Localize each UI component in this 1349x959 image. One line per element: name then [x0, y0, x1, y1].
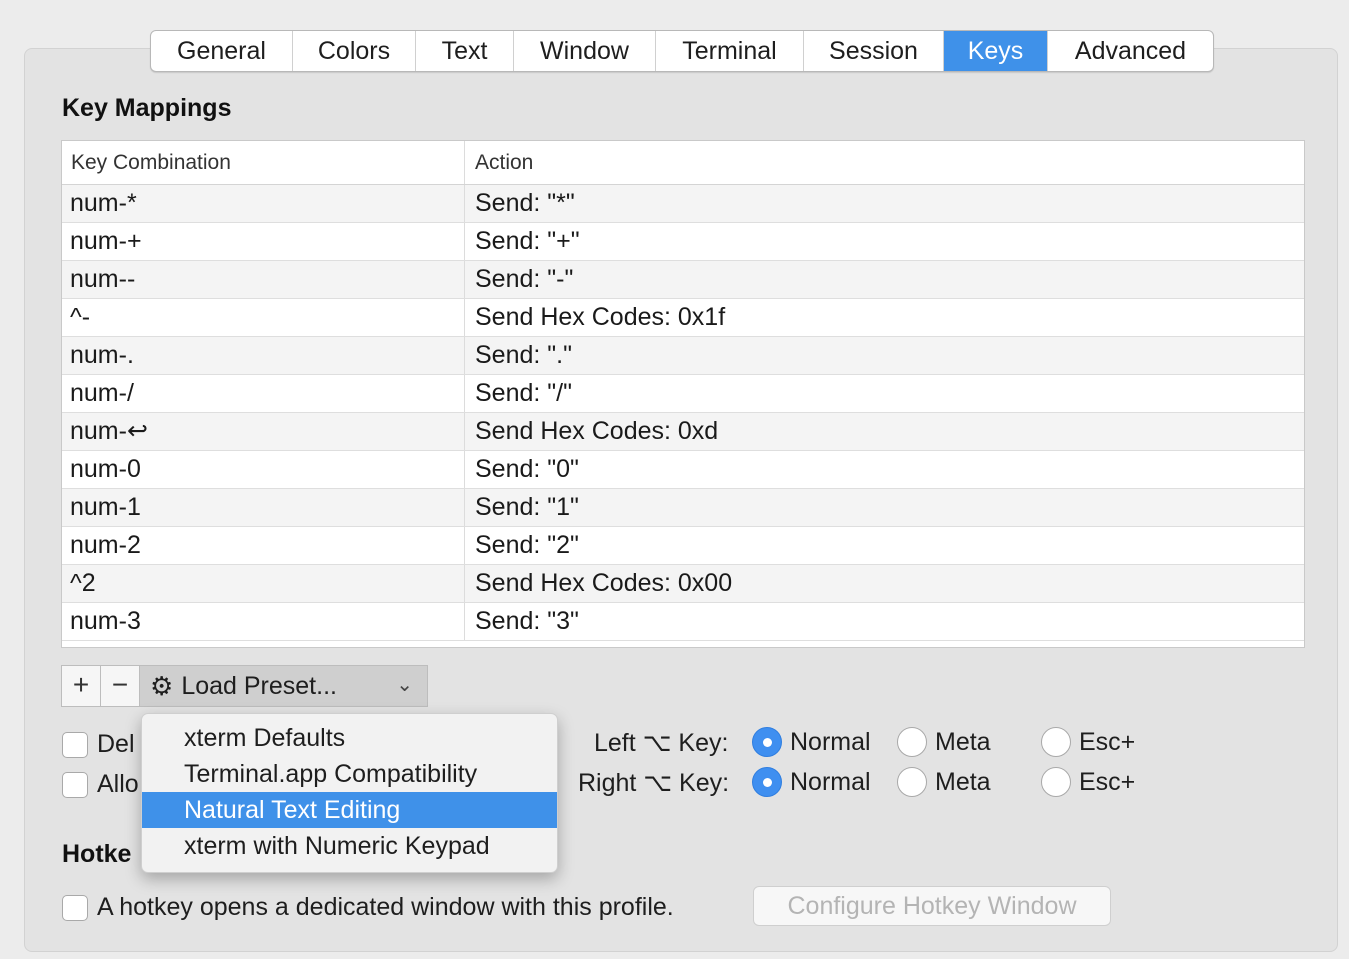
- menu-item-natural-text-editing[interactable]: Natural Text Editing: [142, 792, 557, 828]
- key-combination-cell: num-3: [62, 603, 465, 640]
- right-key-normal-radio[interactable]: [752, 767, 782, 797]
- hotkey-checkbox[interactable]: [62, 895, 88, 921]
- menu-item-xterm-defaults[interactable]: xterm Defaults: [142, 720, 557, 756]
- action-cell: Send: ".": [475, 341, 572, 369]
- hotkey-checkbox-label: A hotkey opens a dedicated window with t…: [97, 893, 674, 921]
- chevron-down-icon: ⌄: [396, 674, 413, 696]
- table-row[interactable]: num-3 Send: "3": [62, 603, 1304, 641]
- tab-colors[interactable]: Colors: [293, 31, 416, 71]
- column-header-action[interactable]: Action: [465, 141, 1304, 184]
- key-combination-cell: num-*: [62, 185, 465, 222]
- left-option-key-label: Left ⌥ Key:: [594, 729, 729, 757]
- tab-window[interactable]: Window: [514, 31, 656, 71]
- table-header: Key Combination Action: [62, 141, 1304, 185]
- table-row[interactable]: num-+ Send: "+": [62, 223, 1304, 261]
- right-key-esc-label: Esc+: [1079, 768, 1136, 796]
- table-row[interactable]: num-/ Send: "/": [62, 375, 1304, 413]
- key-combination-cell: num-/: [62, 375, 465, 412]
- tab-session[interactable]: Session: [804, 31, 944, 71]
- left-key-meta-label: Meta: [935, 728, 991, 756]
- add-mapping-button[interactable]: +: [62, 666, 101, 706]
- key-combination-cell: num-↩: [62, 413, 465, 450]
- table-row[interactable]: ^- Send Hex Codes: 0x1f: [62, 299, 1304, 337]
- action-cell: Send Hex Codes: 0xd: [475, 417, 719, 445]
- table-row[interactable]: ^2 Send Hex Codes: 0x00: [62, 565, 1304, 603]
- action-cell: Send: "2": [475, 531, 579, 559]
- key-combination-cell: num-0: [62, 451, 465, 488]
- key-combination-cell: num-.: [62, 337, 465, 374]
- right-option-key-label: Right ⌥ Key:: [578, 769, 730, 797]
- key-mappings-title: Key Mappings: [62, 94, 232, 122]
- action-cell: Send: "/": [475, 379, 572, 407]
- gear-icon: ⚙: [150, 670, 174, 701]
- tab-terminal[interactable]: Terminal: [656, 31, 804, 71]
- left-key-esc-label: Esc+: [1079, 728, 1136, 756]
- key-combination-cell: num--: [62, 261, 465, 298]
- table-row[interactable]: num-1 Send: "1": [62, 489, 1304, 527]
- right-key-esc-radio[interactable]: [1041, 767, 1071, 797]
- tab-general[interactable]: General: [151, 31, 293, 71]
- action-cell: Send: "*": [475, 189, 575, 217]
- key-combination-cell: ^2: [62, 565, 465, 602]
- checkbox-option-1-label: Del: [97, 730, 135, 758]
- table-row[interactable]: num-- Send: "-": [62, 261, 1304, 299]
- menu-item-terminal-app-compatibility[interactable]: Terminal.app Compatibility: [142, 756, 557, 792]
- column-header-key-combination[interactable]: Key Combination: [62, 141, 465, 184]
- table-row[interactable]: num-↩ Send Hex Codes: 0xd: [62, 413, 1304, 451]
- key-combination-cell: num-2: [62, 527, 465, 564]
- right-key-meta-label: Meta: [935, 768, 991, 796]
- table-body: num-* Send: "*" num-+ Send: "+" num-- Send:…: [62, 185, 1304, 641]
- hotkey-title: Hotke: [62, 840, 132, 868]
- load-preset-label: Load Preset...: [181, 671, 337, 700]
- configure-hotkey-window-button[interactable]: Configure Hotkey Window: [753, 886, 1111, 926]
- key-combination-cell: num-1: [62, 489, 465, 526]
- action-cell: Send: "3": [475, 607, 579, 635]
- load-preset-button[interactable]: ⚙ Load Preset... ⌄: [140, 666, 427, 706]
- key-combination-cell: ^-: [62, 299, 465, 336]
- right-key-meta-radio[interactable]: [897, 767, 927, 797]
- table-row[interactable]: num-. Send: ".": [62, 337, 1304, 375]
- left-key-meta-radio[interactable]: [897, 727, 927, 757]
- action-cell: Send: "1": [475, 493, 579, 521]
- checkbox-option-2-label: Allo: [97, 770, 139, 798]
- remove-mapping-button[interactable]: −: [101, 666, 140, 706]
- preset-dropdown-menu: xterm Defaults Terminal.app Compatibilit…: [141, 713, 558, 873]
- tab-text[interactable]: Text: [416, 31, 514, 71]
- tab-advanced[interactable]: Advanced: [1048, 31, 1213, 71]
- tab-bar: General Colors Text Window Terminal Sess…: [150, 30, 1214, 72]
- left-key-normal-radio[interactable]: [752, 727, 782, 757]
- action-cell: Send: "0": [475, 455, 579, 483]
- checkbox-option-2[interactable]: [62, 772, 88, 798]
- table-row[interactable]: num-2 Send: "2": [62, 527, 1304, 565]
- key-mappings-table[interactable]: Key Combination Action num-* Send: "*" nu…: [61, 140, 1305, 648]
- table-row[interactable]: num-* Send: "*": [62, 185, 1304, 223]
- table-row[interactable]: num-0 Send: "0": [62, 451, 1304, 489]
- mapping-toolbar: + − ⚙ Load Preset... ⌄: [61, 665, 428, 707]
- action-cell: Send Hex Codes: 0x00: [475, 569, 733, 597]
- tab-keys[interactable]: Keys: [944, 31, 1048, 71]
- action-cell: Send: "+": [475, 227, 580, 255]
- right-key-normal-label: Normal: [790, 768, 871, 796]
- left-key-esc-radio[interactable]: [1041, 727, 1071, 757]
- action-cell: Send: "-": [475, 265, 574, 293]
- key-combination-cell: num-+: [62, 223, 465, 260]
- left-key-normal-label: Normal: [790, 728, 871, 756]
- menu-item-xterm-numeric-keypad[interactable]: xterm with Numeric Keypad: [142, 828, 557, 864]
- checkbox-option-1[interactable]: [62, 732, 88, 758]
- action-cell: Send Hex Codes: 0x1f: [475, 303, 726, 331]
